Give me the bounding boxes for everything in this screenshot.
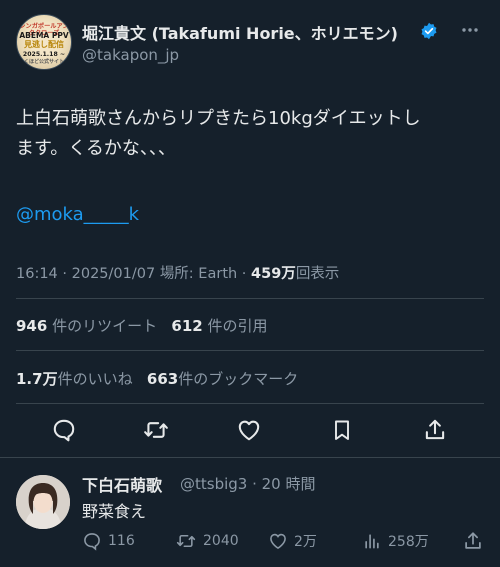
reply-views-count: 258万: [388, 534, 429, 550]
reply-retweets-button[interactable]: 2040: [175, 530, 239, 552]
avatar-text: くほど公式サイト: [23, 59, 64, 65]
quotes-label: 件の引用: [207, 317, 268, 335]
like-icon: [270, 533, 286, 550]
share-icon: [465, 532, 481, 549]
author-avatar[interactable]: シンガポールアンタクローズ ABEMA PPV 見逃し配信 2025.1.18 …: [16, 14, 72, 70]
reply-share-button[interactable]: [462, 530, 484, 552]
retweets-stat[interactable]: 946 件のリツイート: [16, 317, 157, 335]
views-label: 回表示: [295, 266, 340, 282]
avatar-text: ABEMA PPV: [19, 31, 69, 40]
stats-row-1: 946 件のリツイート 612 件の引用: [16, 315, 268, 336]
retweets-label: 件のリツイート: [52, 317, 158, 335]
reply-likes-button[interactable]: 2万: [268, 530, 317, 552]
reply-author-name[interactable]: 下白石萌歌: [82, 472, 162, 496]
mention-link[interactable]: @moka_____k: [16, 200, 139, 230]
reply-replies-button[interactable]: 116: [82, 530, 135, 552]
views-icon: [365, 534, 379, 549]
likes-label: 件のいいね: [57, 370, 133, 388]
tweet-meta: 16:14 · 2025/01/07 場所: Earth · 459万回表示: [16, 266, 340, 282]
bookmarks-count: 663: [146, 370, 179, 388]
views-count: 459万: [251, 266, 296, 282]
more-options-icon[interactable]: [458, 18, 482, 42]
action-bar: [0, 405, 500, 455]
reply-avatar[interactable]: [16, 475, 70, 529]
divider: [16, 298, 484, 299]
reply-icon[interactable]: [49, 415, 79, 445]
retweet-icon[interactable]: [141, 415, 171, 445]
likes-count: 1.7万: [16, 370, 58, 388]
tweet-place[interactable]: 場所: Earth: [160, 266, 237, 282]
reply-replies-count: 116: [108, 533, 135, 549]
verified-badge-icon: [420, 22, 438, 40]
divider: [16, 403, 484, 404]
divider: [16, 350, 484, 351]
divider: [0, 457, 500, 458]
reply-retweets-count: 2040: [203, 533, 239, 549]
quotes-count: 612: [171, 317, 203, 335]
author-handle[interactable]: @takapon_jp: [82, 46, 179, 64]
reply-handle-time[interactable]: @ttsbig3 · 20 時間: [180, 473, 316, 494]
like-icon[interactable]: [234, 415, 264, 445]
author-name[interactable]: 堀江貴文 (Takafumi Horie、ホリエモン): [82, 20, 398, 44]
reply-icon: [84, 533, 100, 551]
tweet-time[interactable]: 16:14: [16, 266, 58, 282]
quotes-stat[interactable]: 612 件の引用: [171, 317, 267, 335]
retweet-icon: [176, 534, 196, 548]
avatar-text: 2025.1.18 ~: [22, 51, 66, 58]
tweet-date[interactable]: 2025/01/07: [72, 266, 156, 282]
reply-text: 野菜食え: [82, 502, 147, 521]
bookmarks-label: 件のブックマーク: [178, 370, 299, 388]
reply-views-button[interactable]: 258万: [362, 530, 429, 552]
bookmark-icon[interactable]: [327, 415, 357, 445]
stats-row-2: 1.7万件のいいね 663件のブックマーク: [16, 368, 298, 389]
likes-stat[interactable]: 1.7万件のいいね: [16, 370, 133, 388]
reply-likes-count: 2万: [294, 534, 317, 550]
bookmarks-stat[interactable]: 663件のブックマーク: [147, 370, 298, 388]
avatar-text: 見逃し配信: [24, 40, 64, 49]
share-icon[interactable]: [420, 415, 450, 445]
retweets-count: 946: [16, 317, 48, 335]
tweet-text: 上白石萌歌さんからリプきたら10kgダイエットし ます。くるかな、、、: [16, 108, 421, 159]
